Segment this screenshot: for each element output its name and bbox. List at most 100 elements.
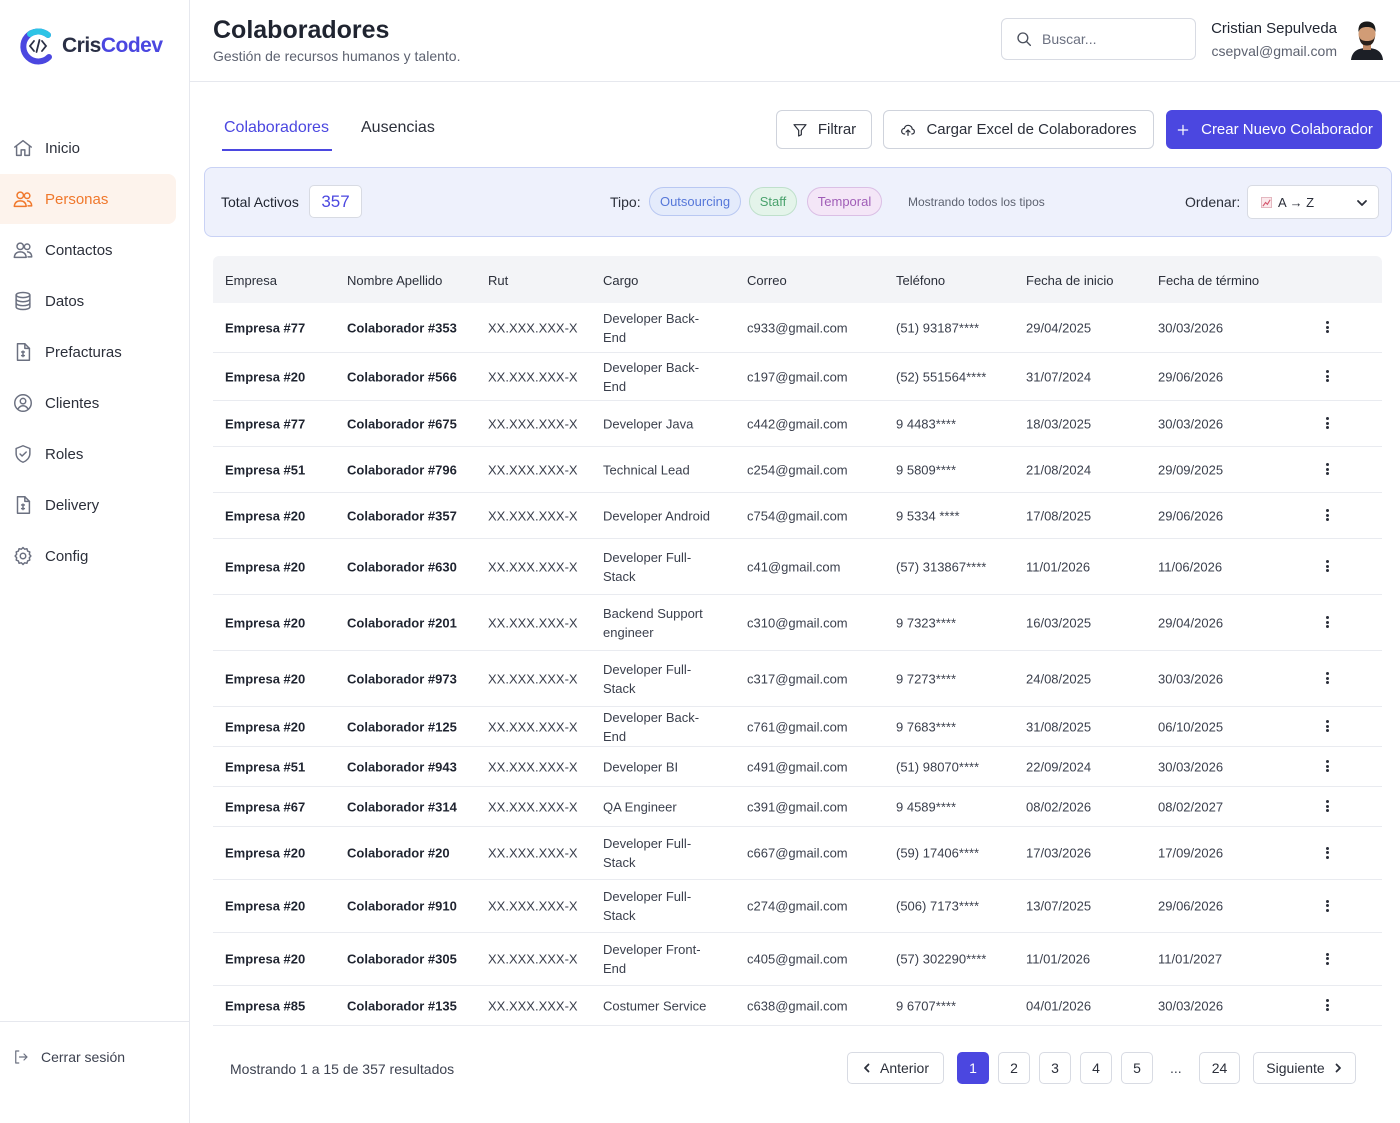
sidebar-item-roles[interactable]: Roles (0, 429, 176, 479)
prev-page-button[interactable]: Anterior (847, 1052, 944, 1084)
table-row[interactable]: Empresa #77 Colaborador #675 XX.XXX.XXX-X D… (213, 401, 1382, 447)
row-menu-icon[interactable] (1322, 799, 1332, 815)
filter-icon (793, 123, 807, 137)
create-collaborator-button[interactable]: Crear Nuevo Colaborador (1166, 110, 1382, 149)
row-menu-icon[interactable] (1322, 671, 1332, 687)
row-menu-icon[interactable] (1322, 320, 1332, 336)
row-menu-icon[interactable] (1322, 369, 1332, 385)
header-telefono[interactable]: Teléfono (896, 273, 945, 288)
cell-rut: XX.XXX.XXX-X (488, 320, 578, 335)
row-menu-icon[interactable] (1322, 559, 1332, 575)
cell-nombre: Colaborador #675 (347, 416, 457, 431)
chip-outsourcing[interactable]: Outsourcing (649, 187, 741, 216)
cell-cargo: Developer Front-End (603, 942, 701, 976)
sidebar-item-delivery[interactable]: Delivery (0, 480, 176, 530)
brand-logo[interactable]: CrisCodev (18, 26, 163, 66)
row-menu-icon[interactable] (1322, 951, 1332, 967)
header-cargo[interactable]: Cargo (603, 273, 638, 288)
cell-correo: c442@gmail.com (747, 416, 848, 431)
page-button-4[interactable]: 4 (1080, 1052, 1112, 1084)
cell-cargo: Backend Support engineer (603, 605, 703, 640)
row-menu-icon[interactable] (1322, 898, 1332, 914)
table-row[interactable]: Empresa #20 Colaborador #357 XX.XXX.XXX-X D… (213, 493, 1382, 539)
total-label: Total Activos (221, 194, 299, 210)
row-menu-icon[interactable] (1322, 508, 1332, 524)
row-menu-icon[interactable] (1322, 615, 1332, 631)
table-row[interactable]: Empresa #20 Colaborador #630 XX.XXX.XXX-X D… (213, 539, 1382, 595)
plus-icon (1177, 124, 1189, 135)
table-row[interactable]: Empresa #20 Colaborador #305 XX.XXX.XXX-X D… (213, 933, 1382, 986)
next-page-button[interactable]: Siguiente (1253, 1052, 1356, 1084)
cell-fecha-inicio: 31/08/2025 (1026, 719, 1092, 734)
header-rut[interactable]: Rut (488, 273, 508, 288)
type-filter-label: Tipo: (610, 194, 641, 210)
cell-empresa: Empresa #20 (225, 719, 306, 734)
logout-button[interactable]: Cerrar sesión (12, 1048, 125, 1066)
page-button-5[interactable]: 5 (1121, 1052, 1153, 1084)
sort-select[interactable]: A → Z (1247, 185, 1379, 219)
cell-fecha-inicio: 18/03/2025 (1026, 416, 1092, 431)
cell-fecha-inicio: 13/07/2025 (1026, 898, 1092, 914)
sidebar-item-label: Roles (45, 445, 84, 463)
filter-button[interactable]: Filtrar (776, 110, 872, 149)
tab-ausencias[interactable]: Ausencias (361, 119, 435, 137)
sidebar-item-personas[interactable]: Personas (0, 174, 176, 224)
sidebar-item-contactos[interactable]: Contactos (0, 225, 176, 275)
sort-value: A → Z (1278, 194, 1315, 210)
row-menu-icon[interactable] (1322, 998, 1332, 1014)
header-nombre[interactable]: Nombre Apellido (347, 273, 442, 288)
tab-colaboradores[interactable]: Colaboradores (224, 119, 329, 137)
cell-telefono: (506) 7173**** (896, 898, 980, 914)
cell-empresa: Empresa #20 (225, 898, 306, 914)
page-button-24[interactable]: 24 (1199, 1052, 1240, 1084)
cell-cargo: Developer BI (603, 759, 679, 774)
cell-cargo: Technical Lead (603, 462, 690, 477)
table-row[interactable]: Empresa #20 Colaborador #910 XX.XXX.XXX-X D… (213, 880, 1382, 933)
search-box[interactable] (1001, 18, 1196, 60)
cell-rut: XX.XXX.XXX-X (488, 799, 578, 814)
header-fecha-termino[interactable]: Fecha de término (1158, 273, 1259, 288)
table-row[interactable]: Empresa #20 Colaborador #201 XX.XXX.XXX-X B… (213, 595, 1382, 651)
row-menu-icon[interactable] (1322, 845, 1332, 861)
cell-telefono: (59) 17406**** (896, 845, 980, 861)
sidebar-item-datos[interactable]: Datos (0, 276, 176, 326)
table-row[interactable]: Empresa #20 Colaborador #125 XX.XXX.XXX-X D… (213, 707, 1382, 747)
sidebar-item-config[interactable]: Config (0, 531, 176, 581)
table-row[interactable]: Empresa #51 Colaborador #796 XX.XXX.XXX-X T… (213, 447, 1382, 493)
row-menu-icon[interactable] (1322, 719, 1332, 735)
sidebar-item-prefacturas[interactable]: Prefacturas (0, 327, 176, 377)
table-row[interactable]: Empresa #77 Colaborador #353 XX.XXX.XXX-X D… (213, 303, 1382, 353)
cell-fecha-termino: 29/06/2026 (1158, 508, 1224, 523)
table-row[interactable]: Empresa #20 Colaborador #20 XX.XXX.XXX-X De… (213, 827, 1382, 880)
cell-nombre: Colaborador #566 (347, 369, 457, 384)
row-menu-icon[interactable] (1322, 759, 1332, 775)
sidebar-item-label: Contactos (45, 241, 113, 259)
page-button-3[interactable]: 3 (1039, 1052, 1071, 1084)
sidebar-item-clientes[interactable]: Clientes (0, 378, 176, 428)
gear-icon (12, 545, 34, 567)
search-input[interactable] (1042, 31, 1182, 47)
header-fecha-inicio[interactable]: Fecha de inicio (1026, 273, 1113, 288)
cell-fecha-termino: 17/09/2026 (1158, 845, 1224, 861)
page-button-1[interactable]: 1 (957, 1052, 989, 1084)
sidebar-item-inicio[interactable]: Inicio (0, 123, 176, 173)
table-row[interactable]: Empresa #67 Colaborador #314 XX.XXX.XXX-X Q… (213, 787, 1382, 827)
chip-temporal[interactable]: Temporal (807, 187, 882, 216)
table-row[interactable]: Empresa #51 Colaborador #943 XX.XXX.XXX-X D… (213, 747, 1382, 787)
sidebar-item-label: Config (45, 547, 89, 565)
cell-fecha-termino: 29/06/2026 (1158, 369, 1224, 384)
upload-excel-button[interactable]: Cargar Excel de Colaboradores (883, 110, 1154, 149)
cell-telefono: 9 5809**** (896, 462, 956, 477)
table-row[interactable]: Empresa #20 Colaborador #973 XX.XXX.XXX-X D… (213, 651, 1382, 707)
header-correo[interactable]: Correo (747, 273, 787, 288)
chip-staff[interactable]: Staff (749, 187, 797, 216)
cell-nombre: Colaborador #910 (347, 898, 457, 914)
row-menu-icon[interactable] (1322, 416, 1332, 432)
row-menu-icon[interactable] (1322, 462, 1332, 478)
header-empresa[interactable]: Empresa (225, 273, 277, 288)
table-row[interactable]: Empresa #20 Colaborador #566 XX.XXX.XXX-X D… (213, 353, 1382, 401)
page-button-2[interactable]: 2 (998, 1052, 1030, 1084)
avatar[interactable] (1349, 18, 1385, 60)
cell-telefono: 9 4483**** (896, 416, 956, 431)
table-row[interactable]: Empresa #85 Colaborador #135 XX.XXX.XXX-X C… (213, 986, 1382, 1026)
